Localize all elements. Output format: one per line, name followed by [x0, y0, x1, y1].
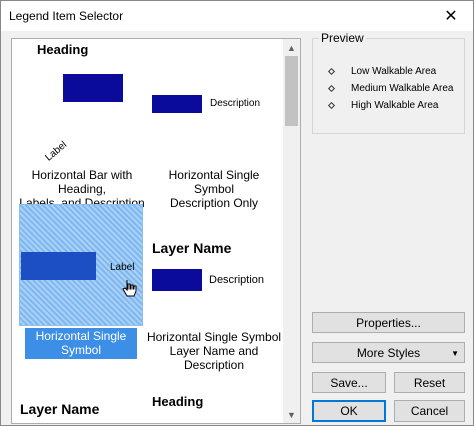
ok-button[interactable]: OK [312, 400, 386, 422]
legend-item-selector-dialog: Legend Item Selector ✕ Heading Label Hor… [0, 0, 474, 426]
gallery-item-single-symbol-description[interactable]: Description Horizontal Single Symbol Des… [152, 39, 282, 210]
item-label: Label [110, 262, 135, 273]
item-layer-name: Layer Name [20, 401, 100, 417]
diamond-marker-icon [327, 67, 336, 76]
item-description: Description [210, 98, 261, 109]
more-styles-button[interactable]: More Styles ▼ [312, 342, 465, 363]
item-caption: Horizontal Single Symbol Layer Name and … [146, 330, 282, 372]
preview-label: Preview [319, 31, 366, 45]
style-gallery[interactable]: Heading Label Horizontal Bar with Headin… [11, 38, 301, 424]
item-label: Label [43, 139, 70, 164]
gallery-item-bar-heading-labels[interactable]: Heading Label Horizontal Bar with Headin… [12, 39, 152, 210]
item-heading: Heading [37, 42, 89, 57]
item-symbol [152, 269, 202, 291]
item-symbol [63, 74, 123, 102]
item-layer-name: Layer Name [152, 240, 232, 256]
gallery-item-single-symbol-layer-description[interactable]: Layer Name Description Horizontal Single… [147, 204, 282, 372]
scroll-up-arrow-icon[interactable]: ▲ [283, 39, 300, 56]
title-bar: Legend Item Selector ✕ [1, 1, 473, 31]
scroll-thumb[interactable] [285, 56, 298, 126]
dropdown-arrow-icon: ▼ [451, 349, 459, 358]
cancel-button[interactable]: Cancel [394, 400, 465, 422]
scroll-down-arrow-icon[interactable]: ▼ [283, 406, 300, 423]
gallery-item-layer-name[interactable]: Layer Name [12, 394, 152, 423]
item-symbol [21, 252, 96, 280]
preview-group: Low Walkable Area Medium Walkable Area H… [312, 38, 465, 134]
close-button[interactable]: ✕ [429, 1, 473, 31]
save-button[interactable]: Save... [312, 372, 386, 393]
gallery-item-heading[interactable]: Heading [152, 394, 282, 423]
hand-cursor-icon [122, 280, 137, 297]
diamond-marker-icon [327, 101, 336, 110]
item-symbol [152, 95, 202, 113]
item-heading: Heading [152, 394, 204, 409]
reset-button[interactable]: Reset [394, 372, 465, 393]
properties-button[interactable]: Properties... [312, 312, 465, 333]
window-title: Legend Item Selector [9, 9, 124, 23]
item-caption: Horizontal Single Symbol Label Only [25, 328, 137, 371]
diamond-marker-icon [327, 84, 336, 93]
item-description: Description [209, 274, 265, 286]
gallery-scrollbar[interactable]: ▲ ▼ [283, 39, 300, 423]
